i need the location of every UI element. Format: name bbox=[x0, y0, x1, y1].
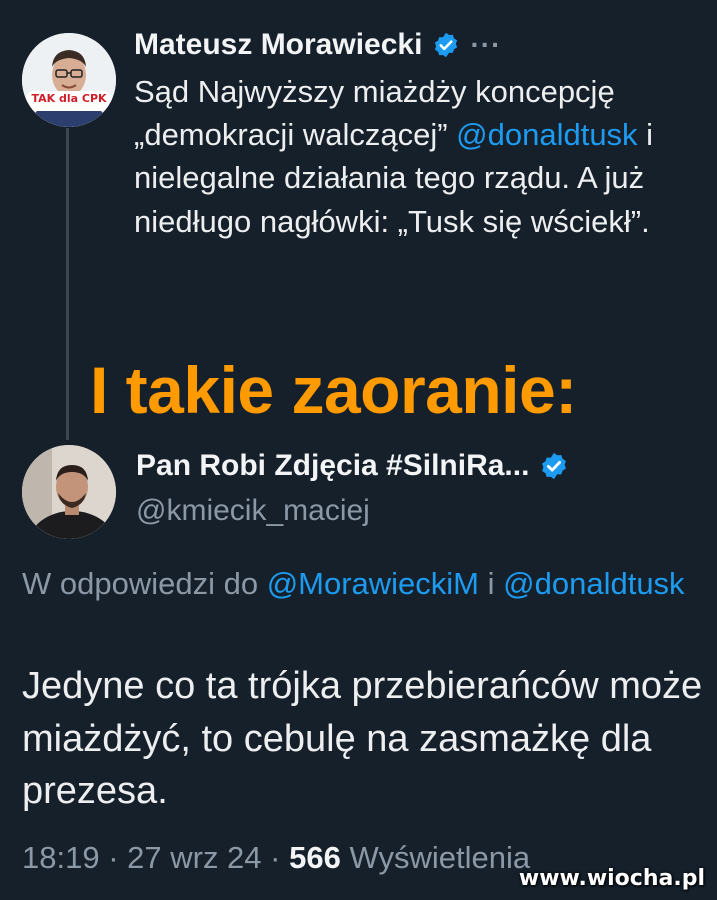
author-name[interactable]: Mateusz Morawiecki bbox=[134, 28, 422, 62]
mention-link[interactable]: @donaldtusk bbox=[503, 566, 684, 601]
overlay-caption: I takie zaoranie: bbox=[90, 353, 577, 427]
verified-badge-icon bbox=[435, 32, 458, 58]
reply-context: W odpowiedzi do @MorawieckiM i @donaldtu… bbox=[22, 560, 702, 608]
views-label: Wyświetlenia bbox=[340, 840, 531, 875]
views-count: 566 bbox=[289, 840, 341, 875]
mention-link[interactable]: @donaldtusk bbox=[456, 117, 637, 152]
avatar-portrait-icon bbox=[22, 445, 116, 539]
watermark: www.wiocha.pl bbox=[518, 866, 705, 891]
avatar[interactable]: TAK dla CPK bbox=[22, 33, 116, 127]
verified-badge-icon bbox=[542, 452, 567, 480]
author-header-2: Pan Robi Zdjęcia #SilniRa... bbox=[136, 449, 569, 483]
author-header-1: Mateusz Morawiecki ··· bbox=[134, 28, 501, 62]
author-name[interactable]: Pan Robi Zdjęcia #SilniRa... bbox=[136, 449, 529, 483]
reply-connector: i bbox=[479, 566, 504, 601]
separator: · bbox=[99, 840, 128, 875]
avatar-badge-text: TAK dla CPK bbox=[31, 92, 107, 105]
thread-connector-line bbox=[66, 128, 69, 440]
author-handle[interactable]: @kmiecik_maciej bbox=[136, 494, 370, 528]
reply-prefix: W odpowiedzi do bbox=[22, 566, 267, 601]
mention-link[interactable]: @MorawieckiM bbox=[267, 566, 479, 601]
tweet-date[interactable]: 27 wrz 24 bbox=[127, 840, 261, 875]
more-options-icon[interactable]: ··· bbox=[470, 29, 501, 61]
avatar[interactable] bbox=[22, 445, 116, 539]
tweet-text: Jedyne co ta trójka przebierańców może m… bbox=[22, 665, 703, 812]
tweet-time[interactable]: 18:19 bbox=[22, 840, 100, 875]
separator: · bbox=[261, 840, 290, 875]
tweet-text: Sąd Najwyższy miażdży koncepcję „demokra… bbox=[134, 70, 704, 243]
tweet-metadata: 18:19 · 27 wrz 24 · 566 Wyświetlenia bbox=[22, 840, 530, 876]
avatar-portrait-icon bbox=[22, 33, 116, 127]
